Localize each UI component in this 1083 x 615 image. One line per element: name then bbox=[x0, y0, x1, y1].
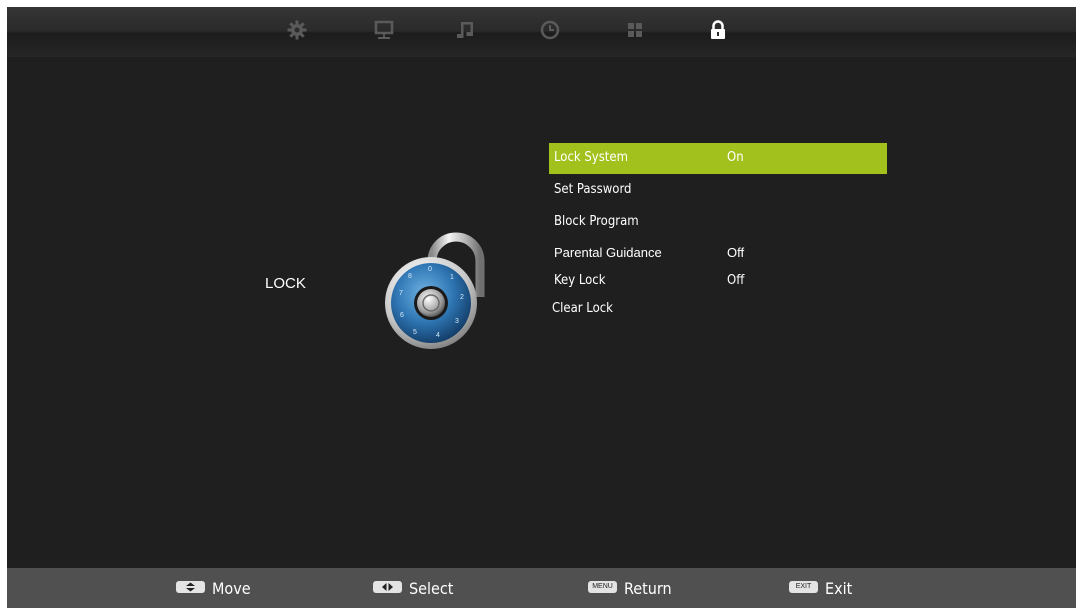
section-title: LOCK bbox=[265, 275, 306, 292]
svg-text:8: 8 bbox=[408, 273, 412, 280]
svg-text:6: 6 bbox=[400, 312, 404, 319]
menu-item-label: Parental Guidance bbox=[554, 245, 662, 260]
svg-text:4: 4 bbox=[436, 332, 440, 339]
exit-key-icon: EXIT bbox=[789, 580, 818, 593]
tv-menu-screen: LOCK 0 1 2 3 4 5 6 7 8 Lock System On Se… bbox=[7, 7, 1076, 608]
menu-item-parental-guidance[interactable]: Parental Guidance Off bbox=[549, 238, 887, 269]
menu-item-lock-system[interactable]: Lock System On bbox=[549, 143, 887, 174]
menu-item-set-password[interactable]: Set Password bbox=[549, 175, 887, 206]
menu-item-value: Off bbox=[727, 245, 745, 260]
lock-menu-content bbox=[7, 57, 1076, 568]
menu-item-label: Key Lock bbox=[554, 273, 606, 288]
menu-item-label: Set Password bbox=[554, 182, 632, 197]
apps-grid-icon[interactable] bbox=[624, 19, 646, 41]
left-right-key-icon bbox=[373, 580, 402, 593]
menu-item-key-lock[interactable]: Key Lock Off bbox=[549, 266, 887, 297]
return-hint: MENU Return bbox=[588, 578, 672, 598]
return-hint-label: Return bbox=[624, 579, 672, 598]
button-hint-bar: Move Select MENU Return EXIT Exit bbox=[7, 568, 1076, 608]
category-tab-bar bbox=[7, 7, 1076, 57]
screen-icon[interactable] bbox=[373, 19, 395, 41]
menu-item-block-program[interactable]: Block Program bbox=[549, 207, 887, 238]
menu-item-value: Off bbox=[727, 273, 745, 288]
svg-text:0: 0 bbox=[428, 266, 432, 273]
menu-item-clear-lock[interactable]: Clear Lock bbox=[549, 294, 887, 325]
move-hint-label: Move bbox=[212, 579, 251, 598]
svg-text:7: 7 bbox=[399, 290, 403, 297]
exit-hint: EXIT Exit bbox=[789, 578, 852, 598]
svg-text:5: 5 bbox=[413, 329, 417, 336]
menu-item-label: Clear Lock bbox=[552, 301, 613, 316]
move-hint: Move bbox=[176, 578, 251, 598]
picture-settings-icon[interactable] bbox=[286, 19, 308, 41]
lock-icon[interactable] bbox=[707, 19, 729, 41]
select-hint-label: Select bbox=[409, 579, 454, 598]
exit-hint-label: Exit bbox=[825, 579, 853, 598]
sound-icon[interactable] bbox=[455, 19, 477, 41]
svg-text:3: 3 bbox=[455, 318, 459, 325]
menu-key-icon: MENU bbox=[588, 580, 617, 593]
svg-text:1: 1 bbox=[450, 274, 454, 281]
up-down-key-icon bbox=[176, 580, 205, 593]
padlock-illustration-icon: 0 1 2 3 4 5 6 7 8 bbox=[380, 225, 497, 355]
menu-item-label: Block Program bbox=[554, 214, 639, 229]
svg-text:2: 2 bbox=[460, 294, 464, 301]
menu-item-value: On bbox=[727, 150, 744, 165]
select-hint: Select bbox=[373, 578, 453, 598]
menu-item-label: Lock System bbox=[554, 150, 628, 165]
time-icon[interactable] bbox=[539, 19, 561, 41]
